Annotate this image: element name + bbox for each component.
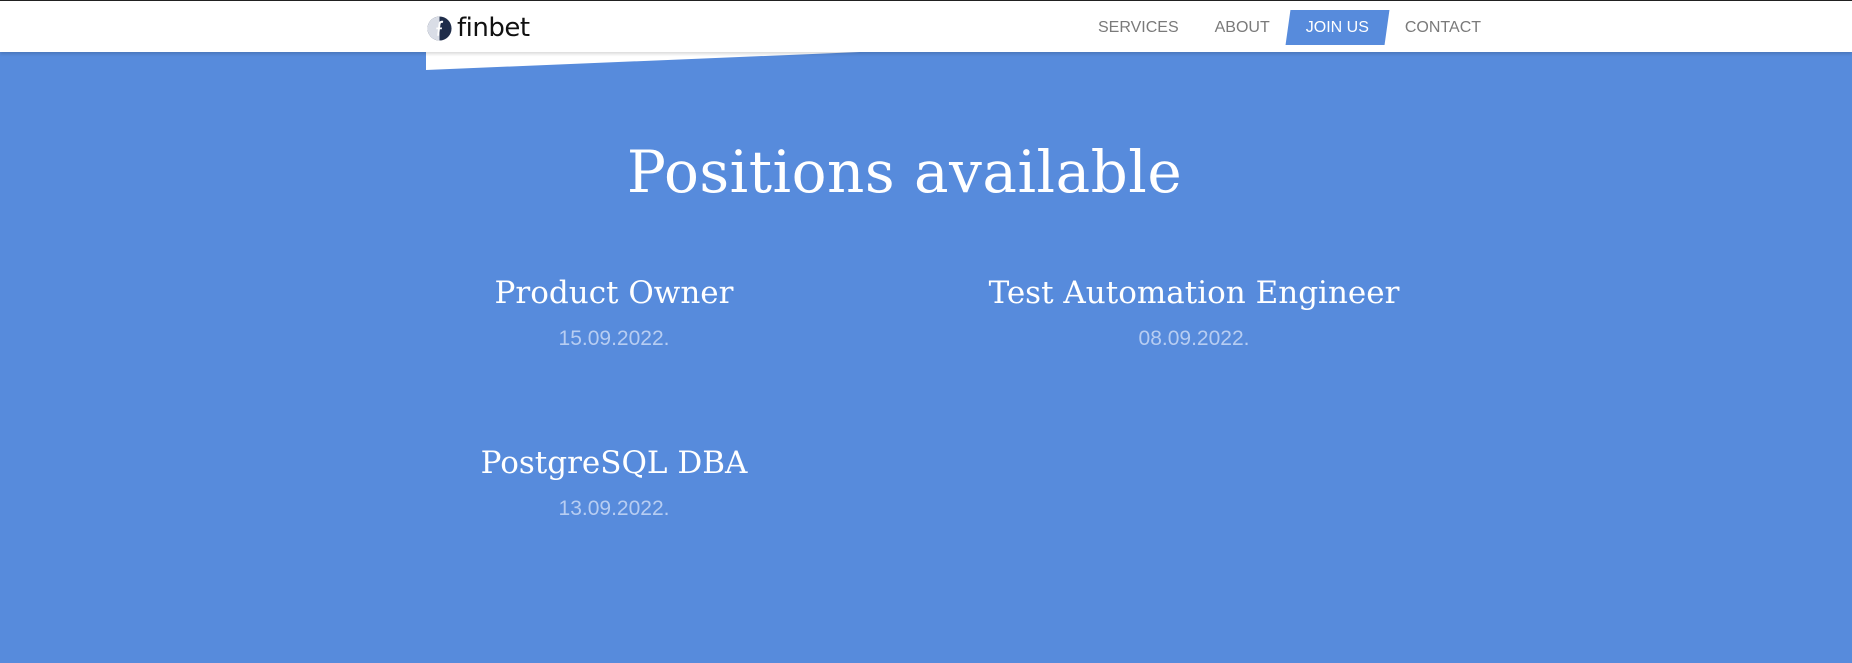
brand-name: finbet (457, 13, 530, 43)
position-item: Product Owner 15.09.2022. (364, 272, 864, 352)
finbet-logo-icon (427, 15, 452, 41)
position-title-link[interactable]: Product Owner (364, 272, 864, 314)
positions-list: Product Owner 15.09.2022. Test Automatio… (0, 0, 1852, 663)
nav-item-label: CONTACT (1404, 19, 1482, 36)
position-date: 15.09.2022. (558, 327, 670, 350)
position-item: PostgreSQL DBA 13.09.2022. (364, 442, 864, 522)
nav-item-label: ABOUT (1214, 19, 1270, 36)
position-title-link[interactable]: Test Automation Engineer (944, 272, 1444, 314)
nav-item-join-us[interactable]: JOIN US (1288, 10, 1387, 45)
brand-logo-link[interactable]: finbet (426, 13, 530, 43)
nav-item-about[interactable]: ABOUT (1197, 10, 1288, 45)
nav-item-label: JOIN US (1305, 19, 1369, 36)
header-wedge-decoration (426, 52, 860, 70)
position-date: 13.09.2022. (558, 497, 670, 520)
nav-item-services[interactable]: SERVICES (1080, 10, 1197, 45)
main-nav: SERVICES ABOUT JOIN US CONTACT (1080, 10, 1499, 45)
site-header: finbet SERVICES ABOUT JOIN US CONTACT (0, 1, 1852, 52)
nav-item-contact[interactable]: CONTACT (1387, 10, 1499, 45)
position-date: 08.09.2022. (1138, 327, 1250, 350)
position-title-link[interactable]: PostgreSQL DBA (364, 442, 864, 484)
position-item: Test Automation Engineer 08.09.2022. (944, 272, 1444, 352)
nav-item-label: SERVICES (1098, 19, 1179, 36)
